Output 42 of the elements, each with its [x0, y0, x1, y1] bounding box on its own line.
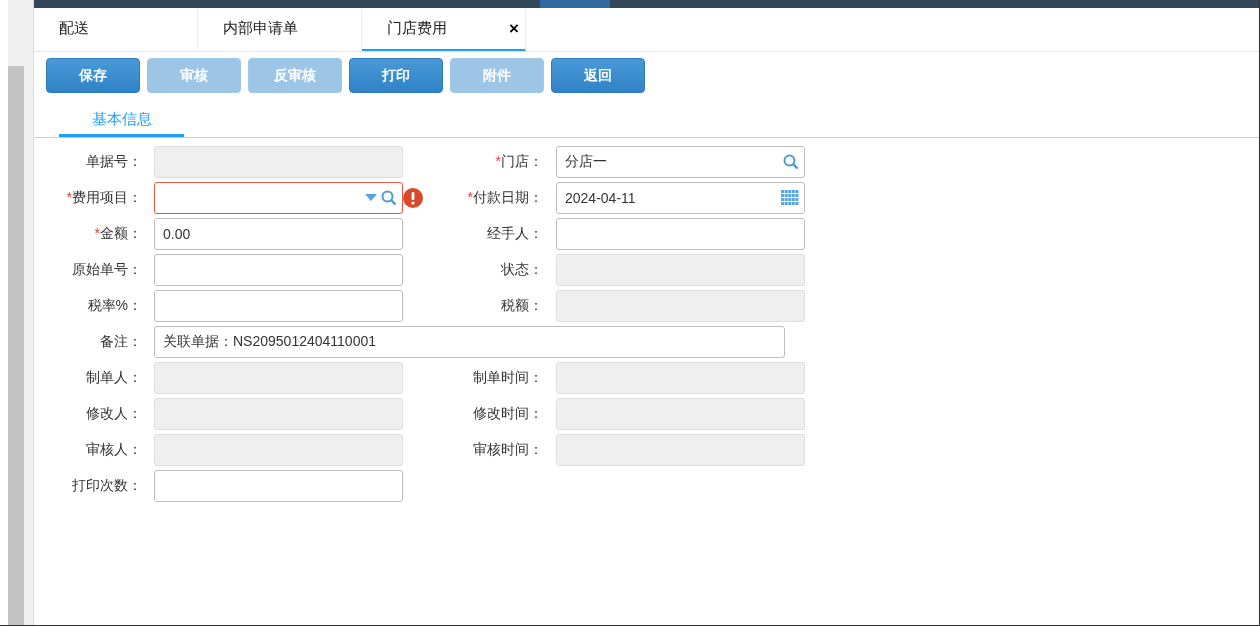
field-label: 制单人： — [85, 369, 143, 387]
field-label: 修改时间： — [472, 405, 544, 423]
field-label: 审核时间： — [472, 441, 544, 459]
search-icon[interactable] — [381, 190, 397, 206]
input-field[interactable] — [154, 290, 403, 322]
input-field[interactable]: 关联单据：NS2095012404110001 — [154, 326, 785, 358]
field-label: 税率%： — [86, 297, 143, 315]
tab-label[interactable]: 内部申请单 — [223, 19, 298, 38]
field-label: 审核人： — [85, 441, 143, 459]
field-label: 备注： — [99, 333, 143, 351]
scrollbar-thumb[interactable] — [8, 66, 24, 625]
field-label: *付款日期： — [466, 189, 544, 207]
input-field[interactable] — [556, 218, 805, 250]
input-field[interactable]: 分店一 — [556, 146, 805, 178]
field-label: 经手人： — [486, 225, 544, 243]
input-field[interactable] — [154, 254, 403, 286]
field-label: 单据号： — [85, 153, 143, 171]
calendar-icon[interactable] — [781, 190, 799, 206]
field-label: 打印次数： — [71, 477, 143, 495]
tab[interactable]: 内部申请单 — [198, 8, 362, 51]
input-field[interactable]: 2024-04-11 — [556, 182, 805, 214]
tab[interactable]: 配送 — [34, 8, 198, 51]
toolbar-button[interactable]: 返回 — [551, 58, 645, 93]
field-label: *费用项目： — [65, 189, 143, 207]
close-icon[interactable]: × — [509, 18, 519, 39]
tab-label[interactable]: 配送 — [59, 19, 89, 38]
input-field[interactable]: 0.00 — [154, 218, 403, 250]
field-label: 制单时间： — [472, 369, 544, 387]
field-label: 税额： — [500, 297, 544, 315]
field-label: *金额： — [93, 225, 143, 243]
input-field[interactable] — [154, 470, 403, 502]
field-label: 修改人： — [85, 405, 143, 423]
toolbar-button[interactable]: 保存 — [46, 58, 140, 93]
search-icon[interactable] — [783, 154, 799, 170]
active-indicator — [540, 0, 610, 8]
field-label: 原始单号： — [71, 261, 143, 279]
caret-icon[interactable] — [365, 194, 377, 202]
tab-label[interactable]: 门店费用 — [387, 19, 447, 38]
input-field[interactable] — [154, 182, 403, 214]
field-label: *门店： — [494, 153, 544, 171]
tab[interactable]: 门店费用 × — [362, 8, 526, 51]
field-label: 状态： — [500, 261, 544, 279]
